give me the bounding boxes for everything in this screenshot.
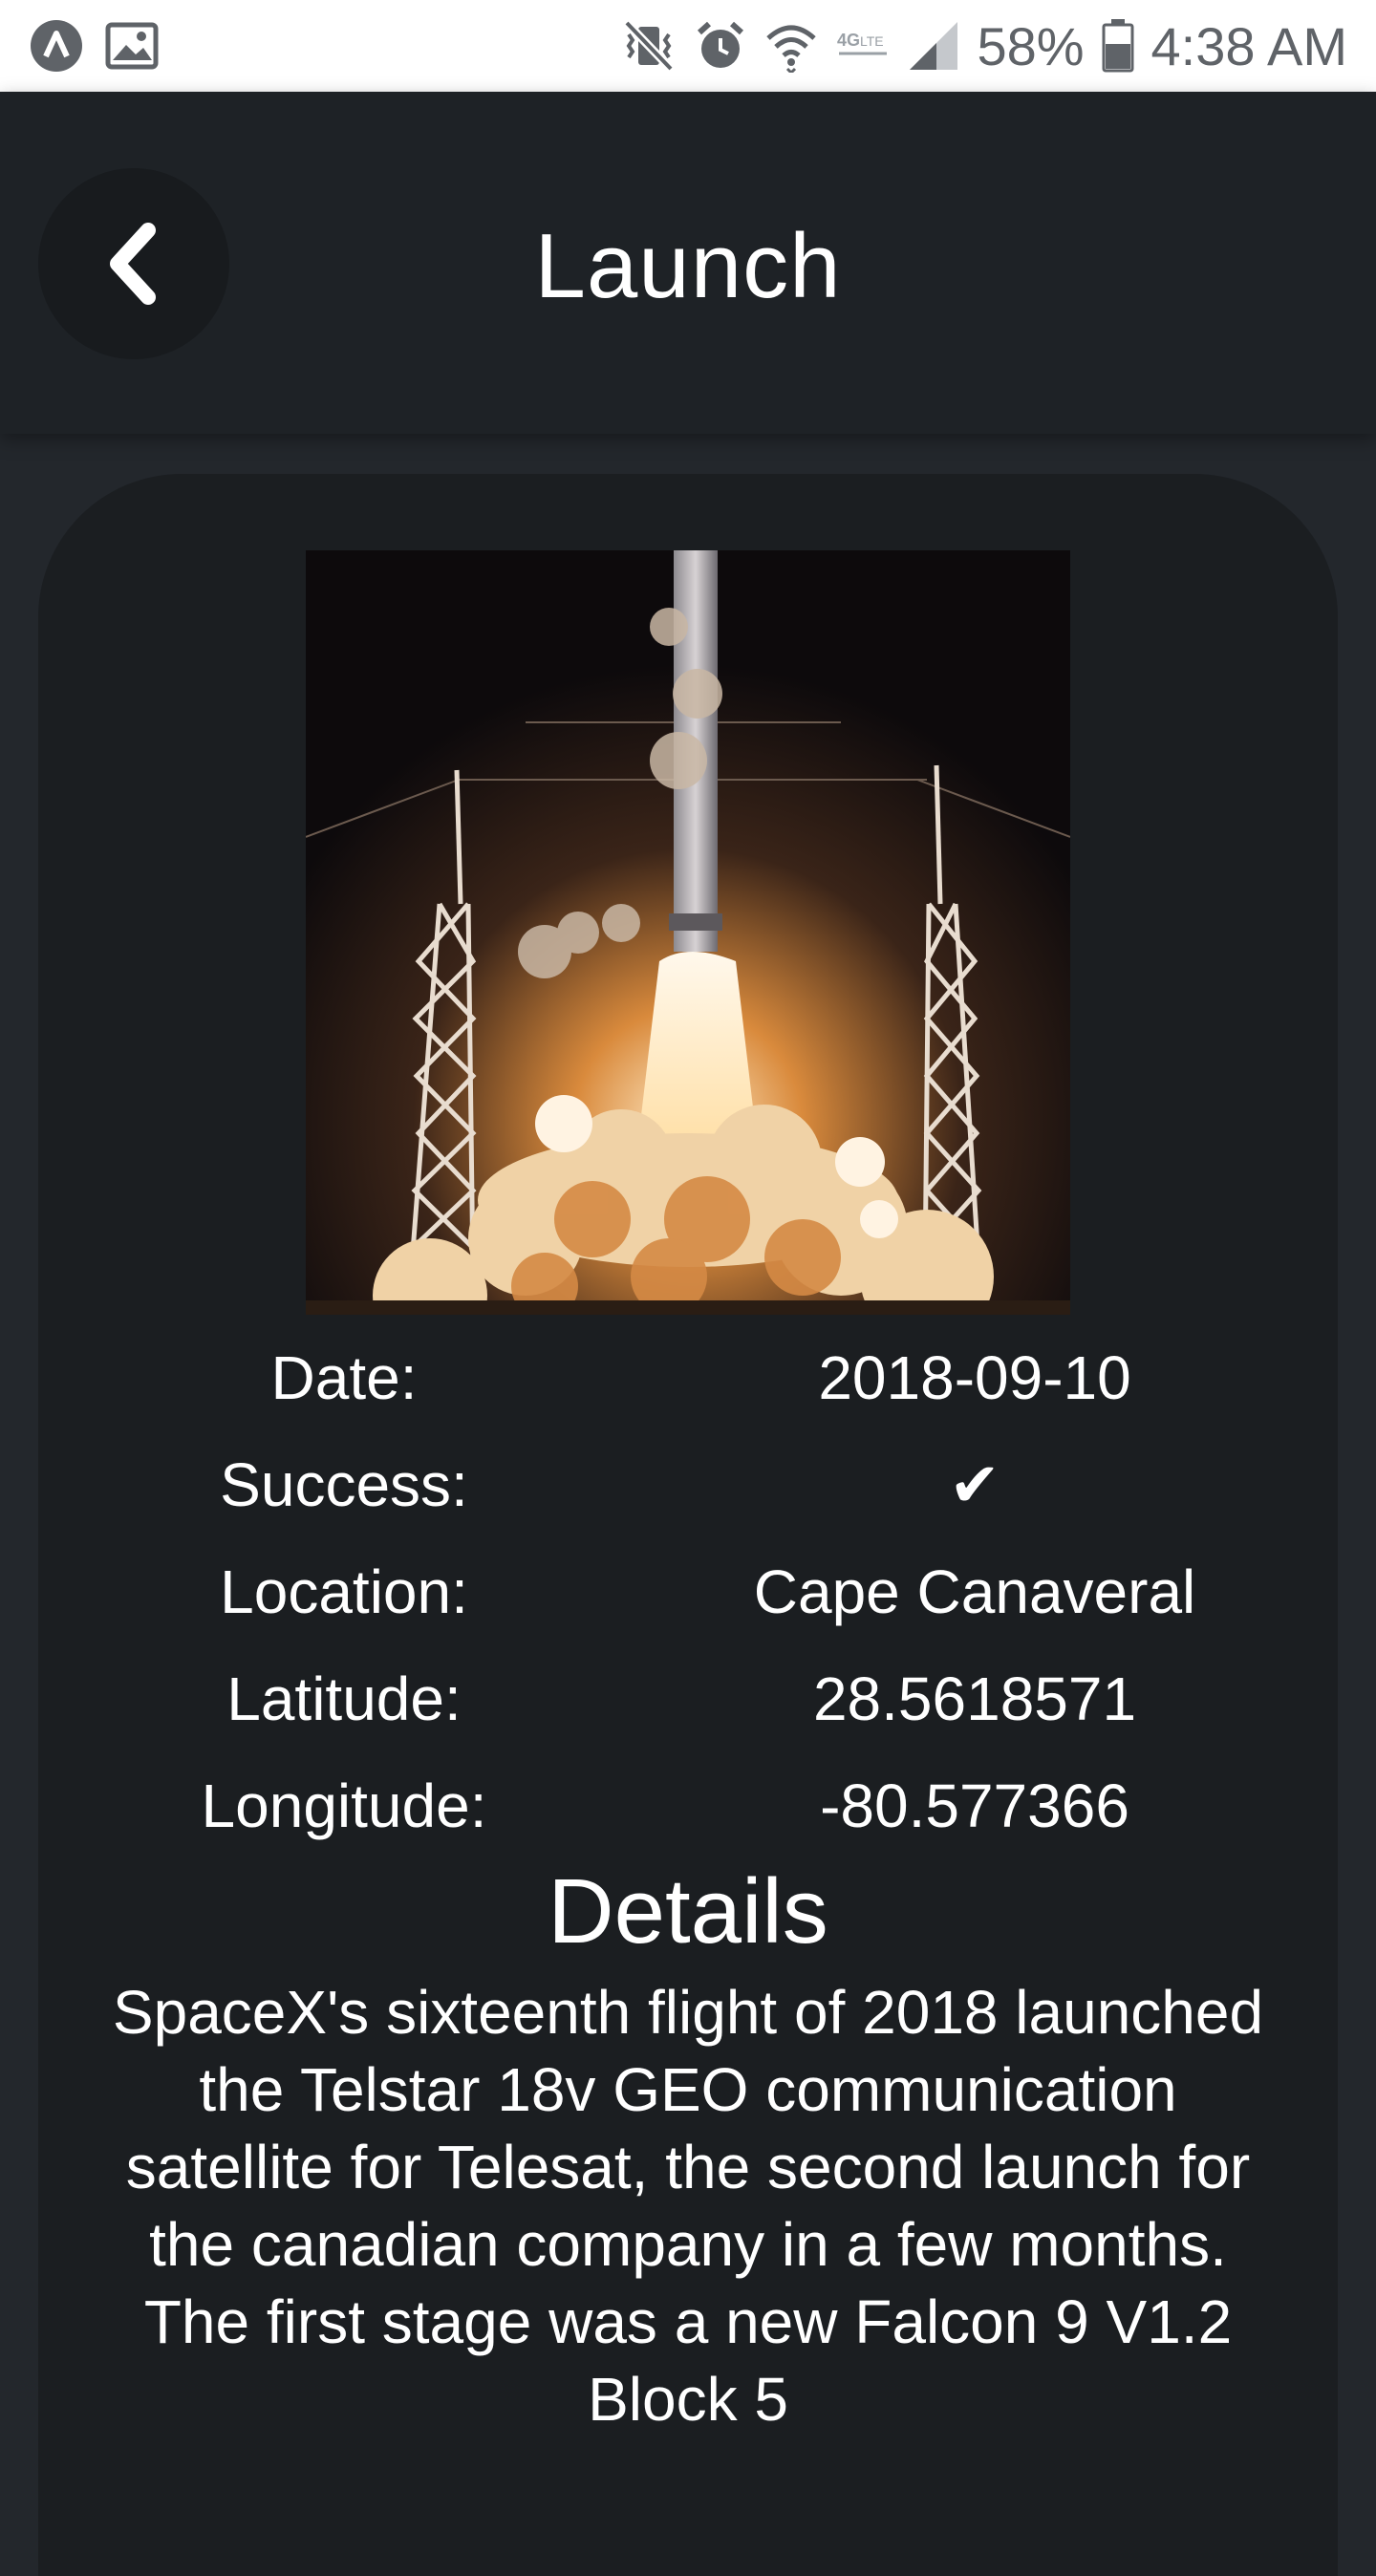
info-row-date: Date: 2018-09-10 — [38, 1324, 1338, 1431]
status-bar: 4G LTE 58% 4:38 AM — [0, 0, 1376, 92]
app-header: Launch — [0, 92, 1376, 434]
info-row-latitude: Latitude: 28.5618571 — [38, 1645, 1338, 1752]
lte-icon: 4G LTE — [835, 27, 891, 65]
location-label: Location: — [220, 1557, 468, 1626]
page-title: Launch — [534, 215, 842, 317]
svg-text:LTE: LTE — [860, 33, 884, 49]
info-row-location: Location: Cape Canaveral — [38, 1538, 1338, 1645]
success-label: Success: — [220, 1450, 468, 1519]
battery-percent: 58% — [977, 15, 1085, 76]
date-value: 2018-09-10 — [818, 1343, 1131, 1412]
info-row-longitude: Longitude: -80.577366 — [38, 1752, 1338, 1859]
details-text: SpaceX's sixteenth flight of 2018 launch… — [112, 1978, 1264, 2434]
launch-card: Date: 2018-09-10 Success: ✔ Location: Ca… — [38, 474, 1338, 2576]
alarm-icon — [694, 19, 747, 73]
battery-icon — [1102, 19, 1134, 73]
svg-text:4G: 4G — [837, 31, 860, 50]
info-row-success: Success: ✔ — [38, 1431, 1338, 1538]
launch-image — [306, 550, 1070, 1315]
signal-icon — [908, 20, 959, 72]
clock-time: 4:38 AM — [1150, 15, 1347, 76]
image-notification-icon — [105, 22, 159, 70]
longitude-label: Longitude: — [201, 1771, 487, 1840]
rocket-launch-illustration — [306, 550, 1070, 1315]
success-check-icon: ✔ — [949, 1449, 1000, 1519]
launch-info-table: Date: 2018-09-10 Success: ✔ Location: Ca… — [38, 1324, 1338, 1859]
details-heading: Details — [548, 1860, 828, 1963]
latitude-value: 28.5618571 — [812, 1664, 1137, 1733]
date-label: Date: — [270, 1343, 418, 1412]
longitude-value: -80.577366 — [820, 1771, 1129, 1840]
app-launcher-icon — [29, 18, 84, 74]
status-bar-left — [29, 18, 159, 74]
location-value: Cape Canaveral — [753, 1557, 1196, 1626]
status-bar-right: 4G LTE 58% 4:38 AM — [621, 15, 1347, 77]
wifi-icon — [764, 19, 818, 73]
latitude-label: Latitude: — [226, 1664, 462, 1733]
vibrate-mute-icon — [621, 19, 677, 73]
